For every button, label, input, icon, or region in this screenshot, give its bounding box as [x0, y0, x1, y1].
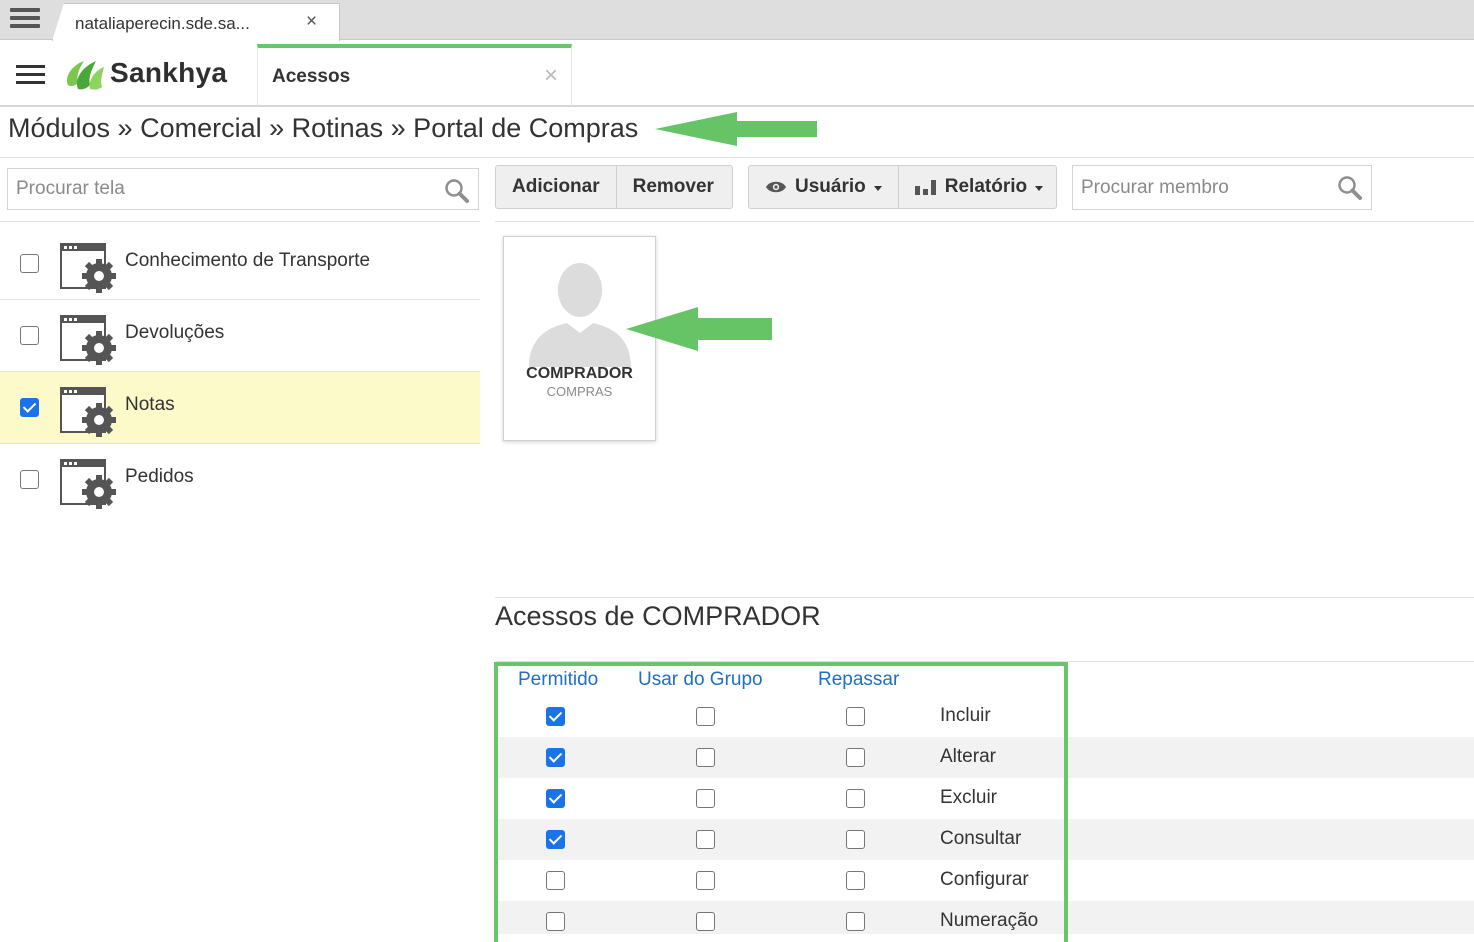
remove-button[interactable]: Remover: [617, 166, 730, 208]
item-label: Pedidos: [125, 466, 194, 487]
search-icon[interactable]: [444, 178, 470, 204]
hamburger-menu-icon[interactable]: [16, 65, 45, 85]
item-label: Conhecimento de Transporte: [125, 250, 371, 271]
item-checkbox[interactable]: [20, 398, 39, 417]
add-button[interactable]: Adicionar: [496, 166, 617, 208]
screen-settings-icon: [60, 315, 116, 365]
divider: [495, 221, 1474, 222]
breadcrumb: Módulos » Comercial » Rotinas » Portal d…: [8, 113, 639, 143]
divider: [0, 157, 1474, 158]
member-actions-group: Adicionar Remover: [495, 165, 733, 209]
screen-search-input[interactable]: [16, 169, 436, 209]
member-search-input[interactable]: [1081, 166, 1331, 209]
app-header: Sankhya Acessos ×: [0, 41, 1474, 107]
list-item[interactable]: Devoluções: [0, 300, 480, 372]
chevron-down-icon: [1035, 185, 1044, 191]
item-label: Notas: [125, 394, 175, 415]
screen-settings-icon: [60, 243, 116, 293]
user-dropdown-button[interactable]: Usuário: [749, 166, 899, 208]
browser-tab-close-icon[interactable]: ×: [306, 11, 317, 33]
access-title: Acessos de COMPRADOR: [495, 601, 821, 631]
divider: [0, 221, 480, 222]
browser-menu-icon[interactable]: [10, 8, 40, 32]
report-dropdown-label: Relatório: [944, 176, 1028, 197]
search-icon[interactable]: [1337, 175, 1363, 201]
divider: [495, 597, 1474, 598]
sankhya-logo: Sankhya: [62, 55, 242, 95]
member-group: COMPRAS: [546, 384, 613, 399]
logo-text: Sankhya: [110, 57, 228, 88]
screen-search-box: [7, 168, 479, 210]
browser-tab[interactable]: nataliaperecin.sde.sa... ×: [52, 3, 340, 41]
screen-settings-icon: [60, 387, 116, 437]
item-checkbox[interactable]: [20, 254, 39, 273]
list-item[interactable]: Conhecimento de Transporte: [0, 228, 480, 300]
report-dropdown-button[interactable]: Relatório: [899, 166, 1059, 208]
tab-acessos-label: Acessos: [272, 66, 351, 87]
annotation-highlight-box: [494, 662, 1068, 942]
tab-acessos[interactable]: Acessos ×: [257, 44, 572, 106]
item-checkbox[interactable]: [20, 470, 39, 489]
annotation-arrow-icon: [655, 112, 817, 146]
chevron-down-icon: [873, 185, 882, 191]
sankhya-logo-icon: [66, 61, 104, 90]
browser-tab-title: nataliaperecin.sde.sa...: [75, 14, 250, 33]
eye-icon: [766, 181, 786, 193]
user-avatar-icon: [529, 263, 631, 367]
tab-close-icon[interactable]: ×: [544, 62, 558, 90]
bar-chart-icon: [914, 180, 936, 195]
member-name: COMPRADOR: [526, 365, 633, 382]
user-dropdown-label: Usuário: [795, 176, 866, 197]
annotation-arrow-icon: [626, 307, 772, 351]
filter-actions-group: Usuário Relatório: [748, 165, 1057, 209]
browser-bar: nataliaperecin.sde.sa... ×: [0, 0, 1474, 41]
item-checkbox[interactable]: [20, 326, 39, 345]
member-search-box: [1072, 165, 1372, 210]
list-item[interactable]: Pedidos: [0, 444, 480, 516]
list-item[interactable]: Notas: [0, 372, 480, 444]
screen-settings-icon: [60, 459, 116, 509]
item-label: Devoluções: [125, 322, 225, 343]
